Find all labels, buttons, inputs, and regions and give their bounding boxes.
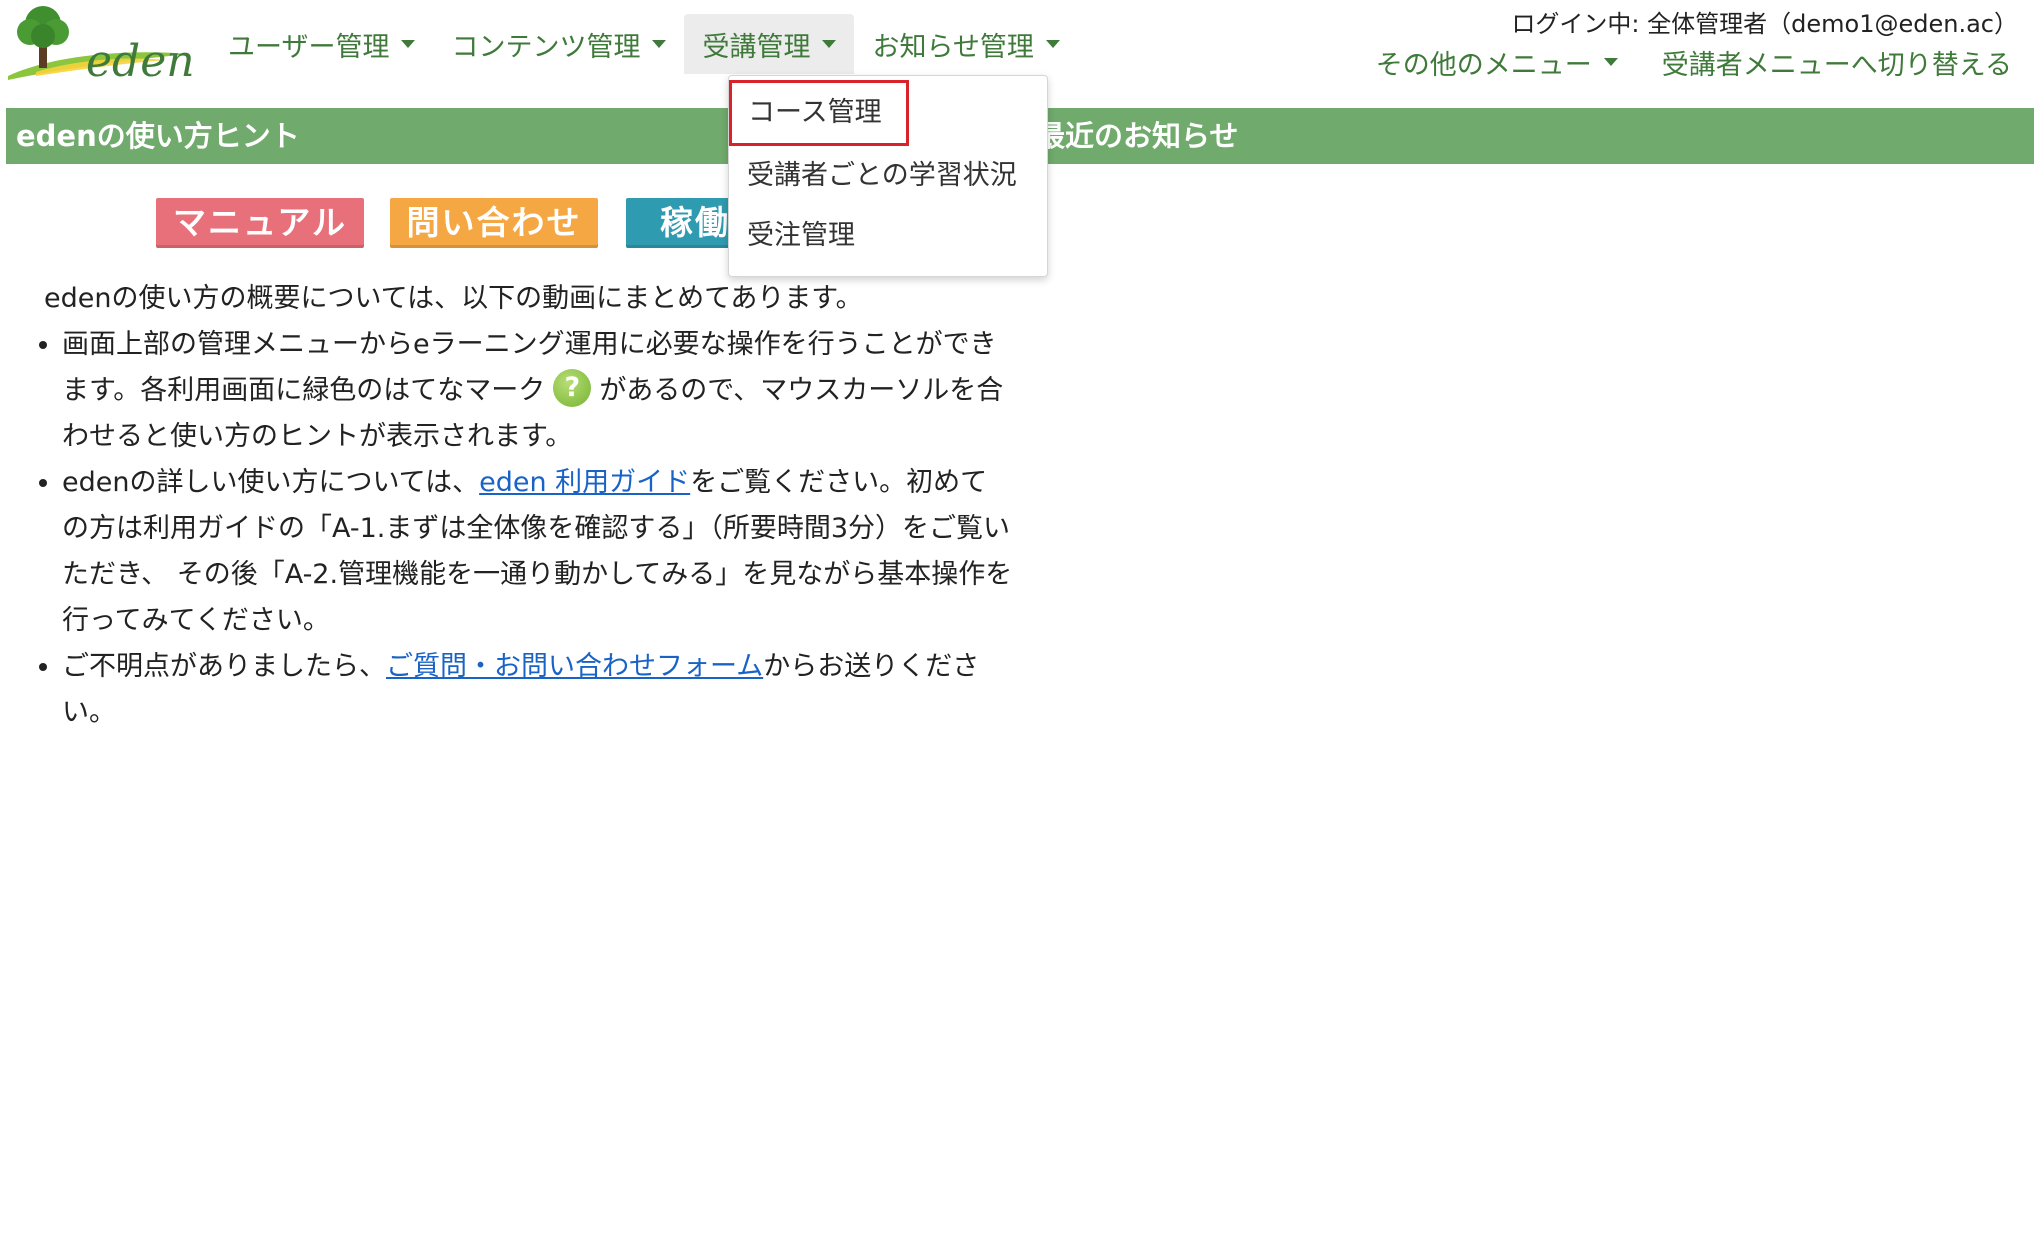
list-item: 画面上部の管理メニューからeラーニング運用に必要な操作を行うことができます。各利…: [62, 322, 1014, 460]
right-nav: その他のメニュー 受講者メニューへ切り替える: [1354, 40, 2012, 84]
tips-list: 画面上部の管理メニューからeラーニング運用に必要な操作を行うことができます。各利…: [44, 322, 1014, 736]
enrollment-dropdown-menu: コース管理 受講者ごとの学習状況 受注管理: [728, 75, 1048, 277]
switch-to-learner-menu-link[interactable]: 受講者メニューへ切り替える: [1640, 40, 2012, 84]
contact-button[interactable]: 問い合わせ: [390, 198, 598, 248]
nav-enrollment-management[interactable]: 受講管理: [684, 14, 855, 74]
usage-guide-link[interactable]: eden 利用ガイド: [479, 467, 690, 498]
login-info: ログイン中: 全体管理者（demo1@eden.ac）: [1511, 10, 2018, 38]
intro-text: edenの使い方の概要については、以下の動画にまとめてあります。: [44, 283, 863, 314]
nav-label: ユーザー管理: [228, 31, 390, 63]
caret-down-icon: [1603, 58, 1618, 66]
list-item: edenの詳しい使い方については、eden 利用ガイドをご覧ください。初めての方…: [62, 460, 1014, 644]
section-title-news: 最近のお知らせ: [1026, 108, 2034, 164]
nav-content-management[interactable]: コンテンツ管理: [433, 14, 684, 74]
eden-logo[interactable]: eden: [6, 2, 195, 87]
inquiry-form-link[interactable]: ご質問・お問い合わせフォーム: [386, 651, 763, 682]
nav-label: 受講者メニューへ切り替える: [1661, 49, 2012, 81]
caret-down-icon: [822, 40, 837, 48]
menu-item-learning-status[interactable]: 受講者ごとの学習状況: [747, 149, 1017, 203]
nav-notice-management[interactable]: お知らせ管理: [854, 14, 1077, 74]
main-nav: ユーザー管理 コンテンツ管理 受講管理 お知らせ管理: [210, 14, 1078, 74]
help-question-icon: ?: [553, 368, 592, 407]
caret-down-icon: [1045, 40, 1060, 48]
menu-item-order-management[interactable]: 受注管理: [747, 209, 855, 263]
tip-text: edenの詳しい使い方については、: [62, 467, 480, 498]
nav-label: コンテンツ管理: [451, 31, 641, 63]
manual-button[interactable]: マニュアル: [156, 198, 364, 248]
nav-label: その他のメニュー: [1375, 49, 1592, 81]
nav-user-management[interactable]: ユーザー管理: [210, 14, 433, 74]
hints-content: edenの使い方の概要については、以下の動画にまとめてあります。 画面上部の管理…: [44, 276, 1014, 736]
logo-wordmark: eden: [86, 36, 192, 84]
menu-item-course-management[interactable]: コース管理: [729, 80, 909, 146]
tip-text: ご不明点がありましたら、: [62, 651, 386, 682]
list-item: ご不明点がありましたら、ご質問・お問い合わせフォームからお送りください。: [62, 644, 1014, 736]
caret-down-icon: [652, 40, 667, 48]
nav-other-menu[interactable]: その他のメニュー: [1354, 40, 1640, 84]
nav-label: お知らせ管理: [872, 31, 1034, 63]
caret-down-icon: [401, 40, 416, 48]
nav-label: 受講管理: [702, 31, 811, 63]
tree-logo-icon: eden: [8, 6, 195, 87]
